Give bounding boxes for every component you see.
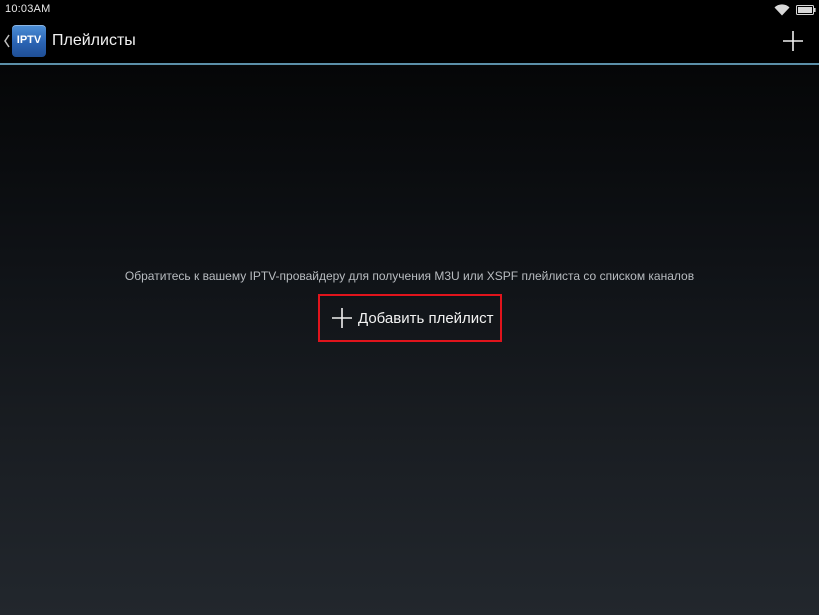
plus-icon [332,308,352,328]
up-navigation-button[interactable]: IPTV [0,19,48,63]
main-content: Обратитесь к вашему IPTV-провайдеру для … [0,65,819,615]
action-bar: IPTV Плейлисты [0,19,819,63]
chevron-left-icon [4,34,10,48]
wifi-icon [774,4,790,16]
app-icon-label: IPTV [16,34,42,46]
page-title: Плейлисты [52,32,136,49]
app-icon: IPTV [12,25,46,57]
plus-icon [783,31,803,51]
status-time: 10:03AM [5,3,51,15]
battery-icon [796,5,816,15]
add-playlist-action-button[interactable] [771,19,815,63]
empty-state-hint: Обратитесь к вашему IPTV-провайдеру для … [124,269,695,283]
status-bar: 10:03AM [0,0,819,19]
add-playlist-button[interactable]: Добавить плейлист [318,294,502,342]
screen: 10:03AM IPTV Плейлисты Обратитесь к ваше… [0,0,819,615]
add-playlist-label: Добавить плейлист [358,310,494,327]
